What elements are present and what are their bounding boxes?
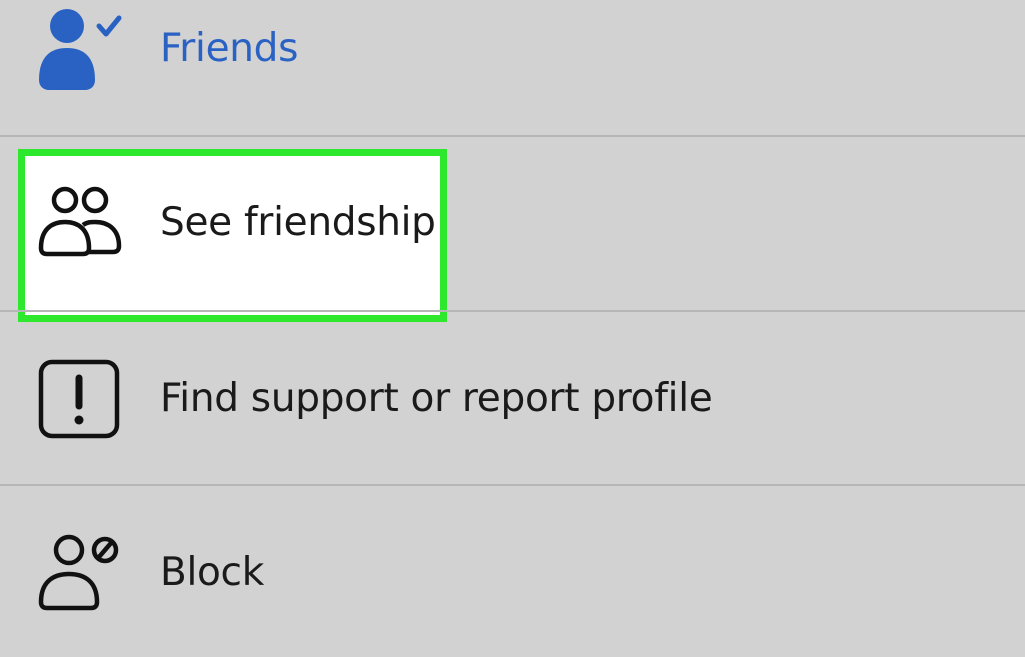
menu-item-label: Block xyxy=(160,550,264,595)
profile-options-menu: Friends See friendship Find support or r… xyxy=(0,0,1025,657)
menu-item-friends[interactable]: Friends xyxy=(0,0,1025,136)
menu-item-see-friendship[interactable]: See friendship xyxy=(0,138,1025,310)
menu-item-label: Friends xyxy=(160,26,299,71)
person-check-icon xyxy=(33,2,125,94)
exclamation-box-icon xyxy=(33,352,125,444)
menu-item-label: See friendship xyxy=(160,200,436,245)
two-people-icon xyxy=(33,176,125,268)
divider xyxy=(0,135,1025,137)
menu-item-label: Find support or report profile xyxy=(160,376,713,421)
person-block-icon xyxy=(33,526,125,618)
menu-item-find-support[interactable]: Find support or report profile xyxy=(0,312,1025,484)
menu-item-block[interactable]: Block xyxy=(0,486,1025,657)
